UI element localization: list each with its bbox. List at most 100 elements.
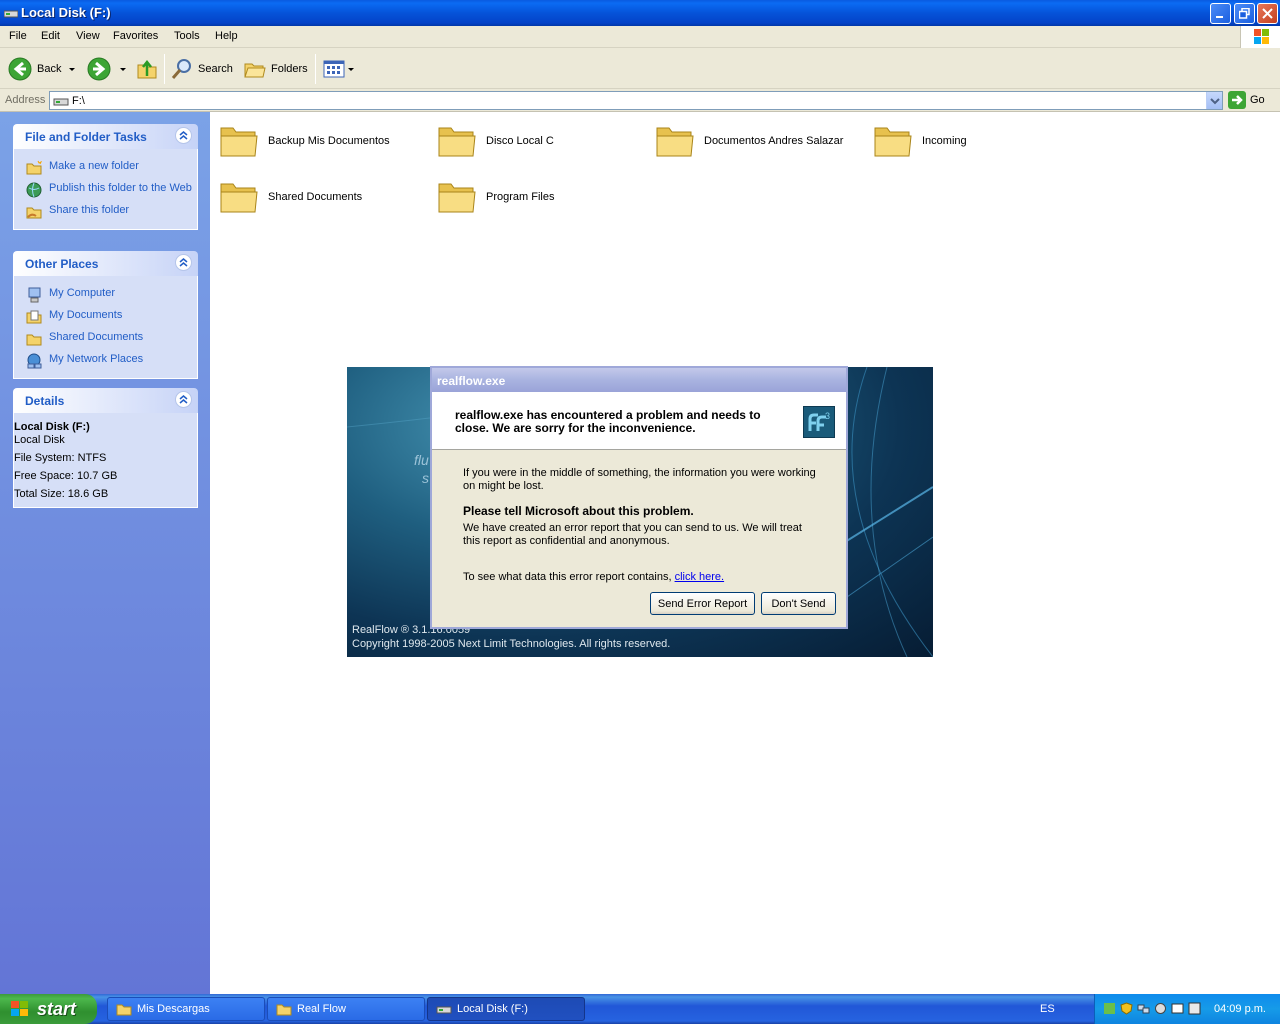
address-dropdown[interactable] — [1206, 92, 1222, 109]
windows-logo — [1240, 26, 1280, 48]
taskbar-button-mis-descargas[interactable]: Mis Descargas — [107, 997, 265, 1021]
link-label: My Network Places — [49, 353, 144, 365]
my-network-places-link[interactable]: My Network Places — [14, 350, 197, 372]
file-folder-tasks-panel: File and Folder Tasks Make a new folder … — [13, 124, 198, 230]
folder-icon — [220, 127, 258, 157]
menu-tools[interactable]: Tools — [174, 30, 200, 42]
forward-arrow-icon — [87, 57, 111, 81]
go-label: Go — [1250, 94, 1265, 106]
restore-button[interactable] — [1234, 3, 1255, 24]
publish-folder-link[interactable]: Publish this folder to the Web — [14, 179, 197, 201]
minimize-button[interactable] — [1210, 3, 1231, 24]
splash-copyright: Copyright 1998-2005 Next Limit Technolog… — [352, 638, 671, 650]
realflow-logo: 3 — [803, 406, 835, 438]
details-panel: Details Local Disk (F:) Local Disk File … — [13, 388, 198, 508]
security-shield-icon[interactable] — [1120, 1002, 1133, 1015]
folder-label: Documentos Andres Salazar — [704, 135, 844, 147]
panel-header[interactable]: Other Places — [13, 251, 198, 276]
drive-icon — [436, 1006, 452, 1014]
start-label: start — [37, 998, 77, 1019]
start-button[interactable]: start — [0, 994, 97, 1024]
dialog-titlebar[interactable]: realflow.exe — [432, 368, 846, 392]
send-error-report-button[interactable]: Send Error Report — [650, 592, 755, 615]
folder-item[interactable]: Backup Mis Documentos — [219, 122, 390, 160]
make-new-folder-link[interactable]: Make a new folder — [14, 157, 197, 179]
chevron-down-icon[interactable] — [346, 65, 356, 73]
tray-app-icon[interactable] — [1171, 1002, 1184, 1015]
details-total-size: Total Size: 18.6 GB — [14, 488, 109, 500]
address-label: Address — [5, 94, 46, 106]
folder-item[interactable]: Documentos Andres Salazar — [655, 122, 843, 160]
search-button[interactable]: Search — [170, 56, 233, 82]
forward-button[interactable] — [87, 56, 129, 82]
collapse-button[interactable] — [175, 391, 192, 408]
views-button[interactable] — [322, 56, 356, 82]
go-button[interactable]: Go — [1228, 91, 1265, 109]
my-computer-link[interactable]: My Computer — [14, 284, 197, 306]
chevron-down-icon[interactable] — [117, 65, 129, 73]
menu-help[interactable]: Help — [215, 30, 238, 42]
views-icon — [323, 60, 345, 78]
taskbar: start Mis Descargas Real Flow Local Disk… — [0, 994, 1280, 1024]
dont-send-button[interactable]: Don't Send — [761, 592, 836, 615]
dialog-header-message: realflow.exe has encountered a problem a… — [455, 408, 761, 435]
clock[interactable]: 04:09 p.m. — [1214, 1003, 1266, 1015]
menu-view[interactable]: View — [76, 30, 100, 42]
folder-label: Incoming — [922, 135, 967, 147]
window-titlebar[interactable]: Local Disk (F:) — [0, 0, 1280, 26]
taskbar-button-local-disk[interactable]: Local Disk (F:) — [427, 997, 585, 1021]
back-button[interactable]: Back — [8, 56, 78, 82]
splash-ghost-text-1: flu — [414, 452, 429, 468]
tray-app-icon[interactable] — [1103, 1002, 1116, 1015]
menu-edit[interactable]: Edit — [41, 30, 60, 42]
window-title: Local Disk (F:) — [21, 5, 111, 20]
folder-icon — [438, 183, 476, 213]
folder-icon — [656, 127, 694, 157]
toolbar: Back Search Folders — [0, 48, 1280, 89]
link-label: Shared Documents — [49, 331, 144, 343]
folder-item[interactable]: Shared Documents — [219, 178, 362, 216]
tray-app-icon[interactable] — [1154, 1002, 1167, 1015]
my-documents-link[interactable]: My Documents — [14, 306, 197, 328]
shared-documents-link[interactable]: Shared Documents — [14, 328, 197, 350]
toolbar-separator — [164, 54, 165, 84]
double-chevron-up-icon — [179, 395, 188, 404]
language-indicator[interactable]: ES — [1040, 1003, 1055, 1015]
panel-title: File and Folder Tasks — [25, 130, 147, 144]
menu-favorites[interactable]: Favorites — [113, 30, 158, 42]
system-tray: 04:09 p.m. — [1094, 994, 1280, 1024]
restore-icon — [1239, 8, 1250, 19]
dialog-paragraph-2: We have created an error report that you… — [463, 522, 802, 547]
computer-icon — [28, 287, 41, 303]
folders-button[interactable]: Folders — [243, 56, 308, 82]
folders-label: Folders — [271, 63, 308, 75]
double-chevron-up-icon — [179, 258, 188, 267]
folder-item[interactable]: Incoming — [873, 122, 967, 160]
share-folder-link[interactable]: Share this folder — [14, 201, 197, 223]
taskbar-button-label: Local Disk (F:) — [457, 1003, 528, 1015]
collapse-button[interactable] — [175, 254, 192, 271]
panel-header[interactable]: File and Folder Tasks — [13, 124, 198, 149]
tray-app-icon[interactable] — [1188, 1002, 1201, 1015]
address-input[interactable]: F:\ — [49, 91, 1223, 110]
folder-item[interactable]: Disco Local C — [437, 122, 554, 160]
address-value: F:\ — [72, 95, 85, 107]
new-folder-icon — [26, 160, 43, 175]
collapse-button[interactable] — [175, 127, 192, 144]
click-here-link[interactable]: click here. — [675, 571, 725, 583]
panel-title: Other Places — [25, 257, 99, 271]
close-button[interactable] — [1257, 3, 1278, 24]
chevron-down-icon — [1210, 98, 1220, 105]
dialog-paragraph-1: If you were in the middle of something, … — [463, 467, 816, 492]
panel-header[interactable]: Details — [13, 388, 198, 413]
menu-file[interactable]: File — [9, 30, 27, 42]
toolbar-separator — [315, 54, 316, 84]
network-icon[interactable] — [1137, 1002, 1150, 1015]
folder-item[interactable]: Program Files — [437, 178, 554, 216]
taskbar-button-real-flow[interactable]: Real Flow — [267, 997, 425, 1021]
up-folder-button[interactable] — [135, 56, 159, 82]
drive-icon — [4, 10, 18, 18]
drive-icon — [53, 98, 69, 106]
chevron-down-icon[interactable] — [66, 65, 78, 73]
back-label: Back — [37, 63, 62, 75]
